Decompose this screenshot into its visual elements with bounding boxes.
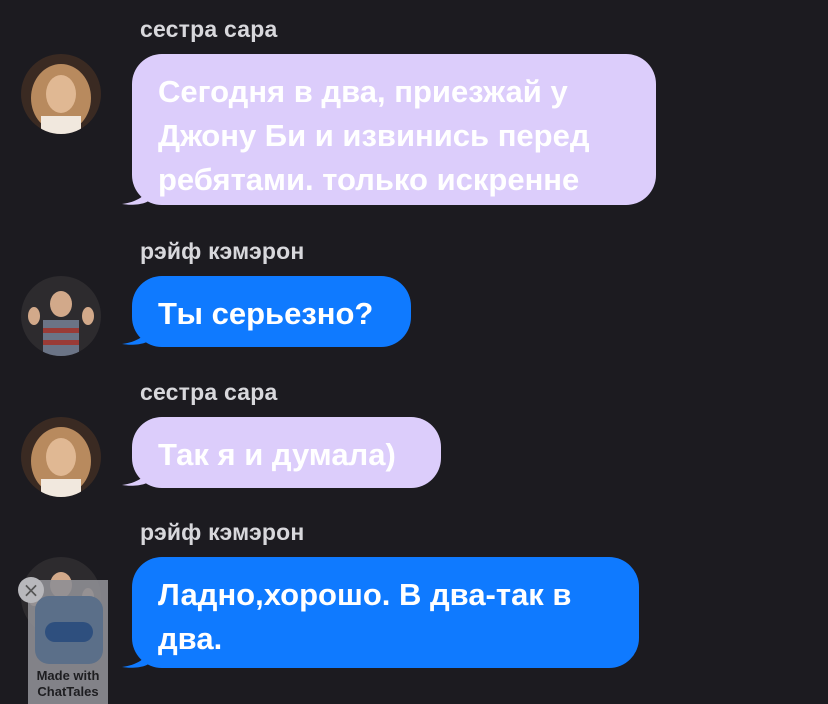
- sender-name: рэйф кэмэрон: [140, 238, 305, 264]
- message-bubble[interactable]: Ладно,хорошо. В два-так в два.: [132, 557, 639, 668]
- sender-name: рэйф кэмэрон: [140, 519, 305, 545]
- message-bubble[interactable]: Сегодня в два, приезжай у Джону Би и изв…: [132, 54, 656, 205]
- message-bubble[interactable]: Ты серьезно?: [132, 276, 411, 347]
- sara-avatar[interactable]: [21, 54, 101, 134]
- chat-thread: сестра сара Сегодня в два, приезжай у Дж…: [0, 0, 828, 704]
- chat-bubble-icon: [35, 596, 103, 664]
- message-bubble[interactable]: Так я и думала): [132, 417, 441, 488]
- message-text: Ты серьезно?: [158, 296, 374, 331]
- sender-name: сестра сара: [140, 16, 278, 42]
- sara-avatar[interactable]: [21, 417, 101, 497]
- sender-name: сестра сара: [140, 379, 278, 405]
- message-text: Сегодня в два, приезжай у Джону Би и изв…: [158, 74, 590, 197]
- message-text: Так я и думала): [158, 437, 396, 472]
- message-text: Ладно,хорошо. В два-так в два.: [158, 577, 572, 656]
- rafe-avatar[interactable]: [21, 276, 101, 356]
- watermark-label: Made with ChatTales: [36, 668, 100, 699]
